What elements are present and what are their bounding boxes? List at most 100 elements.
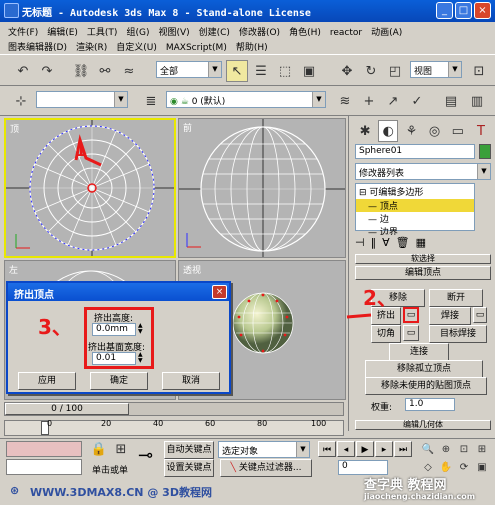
stack-item-border[interactable]: — 边界 [356,225,474,235]
object-name-field[interactable]: Sphere01 [355,144,475,159]
previous-frame-icon[interactable]: ◂ [337,441,355,457]
dialog-close-button[interactable]: × [212,285,227,299]
auto-key-button[interactable]: 自动关键点 [164,441,214,459]
zoom-all-icon[interactable]: ⊕ [438,441,454,457]
menu-item[interactable]: 视图(V) [158,28,189,38]
extrude-settings-button[interactable]: ▭ [403,307,419,323]
menu-item[interactable]: 渲染(R) [76,43,107,53]
window-crossing-icon[interactable]: ▣ [298,60,320,82]
menu-item[interactable]: 组(G) [126,28,149,38]
go-to-start-icon[interactable]: ⏮ [318,441,336,457]
chamfer-button[interactable]: 切角 [371,325,401,343]
spinner-arrows-icon[interactable]: ▲ ▼ [138,323,143,335]
edit-vertices-rollout[interactable]: 编辑顶点 [355,266,491,280]
play-icon[interactable]: ▶ [356,441,374,457]
weld-button[interactable]: 焊接 [429,307,471,325]
link-icon[interactable]: ⛓ [70,60,92,82]
scale-icon[interactable]: ◰ [384,60,406,82]
minimize-button[interactable]: _ [436,2,453,19]
set-key-button[interactable]: 设置关键点 [164,459,214,477]
viewport-front[interactable]: 前 [178,118,346,258]
unlink-icon[interactable]: ⚯ [94,60,116,82]
pan-icon[interactable]: ✋ [438,459,454,475]
menu-item[interactable]: 角色(H) [289,28,321,38]
stack-item-edge[interactable]: — 边 [356,212,474,225]
menu-item[interactable]: 帮助(H) [236,43,268,53]
edit-geometry-rollout[interactable]: 编辑几何体 [355,420,491,430]
key-icon[interactable]: ⊸ [138,445,153,466]
maximize-viewport-icon[interactable]: ▣ [474,459,490,475]
reference-coordinate-dropdown[interactable]: 视图 ▼ [410,61,462,78]
current-frame-field[interactable]: 0 [338,460,388,475]
maxscript-listener-mini[interactable] [6,441,82,457]
time-slider-thumb[interactable]: 0 / 100 [5,403,129,415]
move-icon[interactable]: ✥ [336,60,358,82]
maximize-button[interactable]: □ [455,2,472,19]
display-tab-icon[interactable]: ▭ [448,120,468,142]
menu-item[interactable]: reactor [330,28,362,38]
motion-tab-icon[interactable]: ◎ [425,120,445,142]
configure-sets-icon[interactable]: ▦ [416,236,426,252]
select-by-name-icon[interactable]: ☰ [250,60,272,82]
stack-item-vertex[interactable]: — 顶点 [356,199,474,212]
modify-tab-icon[interactable]: ◐ [378,120,399,142]
extrude-height-field[interactable]: 0.0mm [92,323,136,336]
named-selection-dropdown[interactable]: ▼ [36,91,128,108]
absolute-mode-icon[interactable]: ⊞ [112,441,130,457]
pivot-center-icon[interactable]: ⊡ [468,60,490,82]
track-bar[interactable]: 0 20 40 60 80 100 [4,419,344,436]
menu-item[interactable]: 工具(T) [87,28,118,38]
make-unique-icon[interactable]: ∀ [382,236,390,252]
curve-editor-icon[interactable]: ▤ [440,90,462,112]
pin-stack-icon[interactable]: ⊣ [355,236,365,252]
layer-manager-icon[interactable]: ≣ [140,90,162,112]
rotate-icon[interactable]: ↻ [360,60,382,82]
weight-spinner[interactable]: 1.0 [405,398,455,411]
soft-selection-rollout[interactable]: 软选择 [355,254,491,264]
create-layer-icon[interactable]: ≋ [334,90,356,112]
weld-settings-button[interactable]: ▭ [473,307,487,323]
select-object-icon[interactable]: ↖ [226,60,248,82]
chamfer-settings-button[interactable]: ▭ [403,325,419,341]
show-end-result-icon[interactable]: ‖ [371,236,377,252]
time-slider-track[interactable]: 0 / 100 [4,402,344,416]
menu-item[interactable]: 创建(C) [199,28,230,38]
target-weld-button[interactable]: 目标焊接 [429,325,487,343]
menu-item[interactable]: 文件(F) [8,28,38,38]
go-to-end-icon[interactable]: ⏭ [394,441,412,457]
remove-modifier-icon[interactable]: 🗑 [396,236,410,252]
modifier-list-dropdown[interactable]: 修改器列表 ▼ [355,163,491,180]
key-filters-button[interactable]: ╲ 关键点过滤器... [220,459,312,477]
menu-item[interactable]: 图表编辑器(D) [8,43,67,53]
redo-icon[interactable]: ↷ [36,60,58,82]
break-button[interactable]: 断开 [429,289,483,307]
menu-item[interactable]: 修改器(O) [239,28,280,38]
stack-root[interactable]: ⊟ 可编辑多边形 [356,184,474,199]
create-tab-icon[interactable]: ✱ [355,120,375,142]
set-current-layer-icon[interactable]: ✓ [406,90,428,112]
menu-item[interactable]: MAXScript(M) [166,43,227,53]
viewport-top[interactable]: 顶 1 [4,118,176,258]
selection-filter-dropdown[interactable]: 全部 ▼ [156,61,222,78]
remove-unused-map-vertices-button[interactable]: 移除未使用的贴图顶点 [365,377,487,395]
zoom-extents-all-icon[interactable]: ⊞ [474,441,490,457]
hierarchy-tab-icon[interactable]: ⚘ [401,120,421,142]
menu-item[interactable]: 自定义(U) [116,43,157,53]
utilities-tab-icon[interactable]: T [471,120,491,142]
next-frame-icon[interactable]: ▸ [375,441,393,457]
field-of-view-icon[interactable]: ◇ [420,459,436,475]
lock-selection-icon[interactable]: 🔒 [90,441,108,457]
select-layer-icon[interactable]: ↗ [382,90,404,112]
bind-space-warp-icon[interactable]: ≈ [118,60,140,82]
rectangle-region-icon[interactable]: ⬚ [274,60,296,82]
add-to-layer-icon[interactable]: + [358,90,380,112]
zoom-icon[interactable]: 🔍 [420,441,436,457]
extrude-base-width-field[interactable]: 0.01 [92,352,136,365]
object-color-swatch[interactable] [479,144,491,159]
arc-rotate-icon[interactable]: ⟳ [456,459,472,475]
key-mode-dropdown[interactable]: 选定对象 ▼ [218,441,310,458]
apply-button[interactable]: 应用 [18,372,76,390]
spinner-arrows-icon[interactable]: ▲ ▼ [138,352,143,364]
schematic-view-icon[interactable]: ▥ [466,90,488,112]
undo-icon[interactable]: ↶ [12,60,34,82]
